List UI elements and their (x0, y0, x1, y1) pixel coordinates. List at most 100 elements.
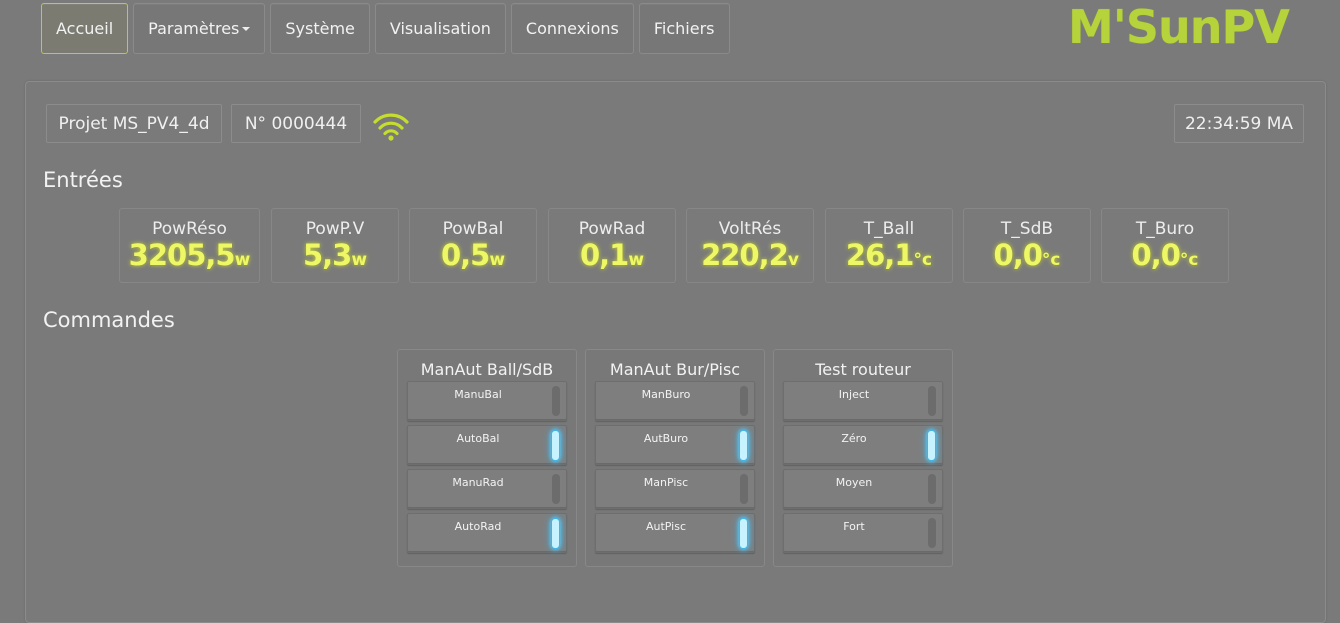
cmd-button-label: AutoRad (454, 520, 502, 533)
measure-powbal: PowBal 0,5w (409, 208, 537, 283)
nav-visualisation[interactable]: Visualisation (374, 3, 506, 54)
nav-parametres[interactable]: Paramètres (133, 3, 266, 54)
cmd-group-title: Test routeur (815, 360, 911, 379)
value-number: 26,1 (845, 238, 915, 272)
caret-down-icon (242, 26, 251, 31)
measure-value: 220,2v (687, 240, 813, 275)
value-number: 0,0 (993, 238, 1043, 272)
cmd-button-label: ManBuro (641, 388, 691, 401)
value-number: 0,0 (1131, 238, 1181, 272)
value-number: 0,1 (579, 238, 629, 272)
measure-value: 5,3w (272, 240, 398, 275)
led-indicator-off (740, 386, 748, 416)
nav-systeme[interactable]: Système (270, 3, 370, 54)
led-indicator-off (552, 474, 560, 504)
cmd-button-label: Moyen (835, 476, 873, 489)
wifi-icon (373, 113, 409, 141)
nav-accueil[interactable]: Accueil (41, 3, 129, 54)
measure-label: PowRéso (152, 219, 227, 239)
nav-systeme-label: Système (285, 19, 355, 38)
value-unit: v (787, 250, 799, 270)
value-unit: w (234, 250, 251, 270)
cmd-group-title: ManAut Ball/SdB (420, 360, 554, 379)
measure-label: VoltRés (718, 219, 782, 239)
nav-visualisation-label: Visualisation (389, 19, 491, 38)
cmd-button-autburo[interactable]: AutBuro (595, 425, 755, 465)
measure-voltres: VoltRés 220,2v (686, 208, 814, 283)
project-name: Projet MS_PV4_4d (46, 104, 222, 143)
cmd-button-autobal[interactable]: AutoBal (407, 425, 567, 465)
value-unit: w (489, 250, 506, 270)
led-indicator-on (551, 518, 560, 549)
nav-fichiers-label: Fichiers (653, 19, 715, 38)
measure-label: T_Buro (1135, 219, 1195, 239)
cmd-button-label: AutPisc (645, 520, 687, 533)
cmd-group-title: ManAut Bur/Pisc (609, 360, 741, 379)
msunpv-logo: M'SunPV (1068, 0, 1290, 54)
clock-display: 22:34:59 MA (1174, 104, 1304, 143)
cmd-button-manurad[interactable]: ManuRad (407, 469, 567, 509)
value-unit: w (628, 250, 645, 270)
cmd-button-label: Fort (843, 520, 865, 533)
serial-number: N° 0000444 (231, 104, 361, 143)
cmd-button-label: AutBuro (643, 432, 689, 445)
cmd-button-autorad[interactable]: AutoRad (407, 513, 567, 553)
cmd-group-ball-sdb: ManAut Ball/SdB ManuBal AutoBal ManuRad … (397, 349, 577, 567)
led-indicator-on (551, 430, 560, 461)
cmd-button-inject[interactable]: Inject (783, 381, 943, 421)
cmd-button-moyen[interactable]: Moyen (783, 469, 943, 509)
top-nav: Accueil Paramètres Système Visualisation… (41, 3, 730, 54)
led-indicator-off (928, 518, 936, 548)
cmd-button-manburo[interactable]: ManBuro (595, 381, 755, 421)
measure-powreso: PowRéso 3205,5w (119, 208, 260, 283)
measure-label: T_SdB (1000, 219, 1054, 239)
commands-title: Commandes (43, 308, 175, 332)
nav-parametres-label: Paramètres (148, 19, 240, 38)
cmd-button-manubal[interactable]: ManuBal (407, 381, 567, 421)
measure-value: 0,1w (549, 240, 675, 275)
cmd-button-label: ManuBal (454, 388, 502, 401)
cmd-button-manpisc[interactable]: ManPisc (595, 469, 755, 509)
measure-tburo: T_Buro 0,0°c (1101, 208, 1229, 283)
cmd-button-label: ManuRad (452, 476, 504, 489)
value-number: 0,5 (440, 238, 490, 272)
nav-connexions[interactable]: Connexions (510, 3, 634, 54)
led-indicator-on (739, 430, 748, 461)
measure-label: PowP.V (305, 219, 365, 239)
cmd-button-label: Zéro (841, 432, 867, 445)
cmd-button-label: AutoBal (456, 432, 500, 445)
cmd-button-fort[interactable]: Fort (783, 513, 943, 553)
cmd-group-test-routeur: Test routeur Inject Zéro Moyen Fort (773, 349, 953, 567)
led-indicator-off (928, 474, 936, 504)
measure-powrad: PowRad 0,1w (548, 208, 676, 283)
value-unit: °c (1041, 250, 1061, 270)
value-number: 5,3 (302, 238, 352, 272)
value-number: 220,2 (701, 238, 789, 272)
inputs-title: Entrées (43, 168, 123, 192)
led-indicator-off (552, 386, 560, 416)
value-unit: °c (913, 250, 933, 270)
measure-value: 0,0°c (1102, 240, 1228, 275)
measure-tsdb: T_SdB 0,0°c (963, 208, 1091, 283)
measure-value: 26,1°c (826, 240, 952, 275)
cmd-group-bur-pisc: ManAut Bur/Pisc ManBuro AutBuro ManPisc … (585, 349, 765, 567)
measure-label: PowBal (442, 219, 504, 239)
nav-accueil-label: Accueil (56, 19, 114, 38)
value-unit: w (351, 250, 368, 270)
measure-value: 0,0°c (964, 240, 1090, 275)
cmd-button-zero[interactable]: Zéro (783, 425, 943, 465)
led-indicator-on (739, 518, 748, 549)
measure-value: 3205,5w (120, 240, 259, 275)
measure-value: 0,5w (410, 240, 536, 275)
cmd-button-autpisc[interactable]: AutPisc (595, 513, 755, 553)
led-indicator-on (927, 430, 936, 461)
cmd-button-label: Inject (838, 388, 870, 401)
measure-label: PowRad (578, 219, 646, 239)
nav-fichiers[interactable]: Fichiers (638, 3, 730, 54)
value-unit: °c (1179, 250, 1199, 270)
measure-tball: T_Ball 26,1°c (825, 208, 953, 283)
cmd-button-label: ManPisc (643, 476, 689, 489)
measure-label: T_Ball (863, 219, 915, 239)
nav-connexions-label: Connexions (525, 19, 619, 38)
value-number: 3205,5 (128, 238, 236, 272)
